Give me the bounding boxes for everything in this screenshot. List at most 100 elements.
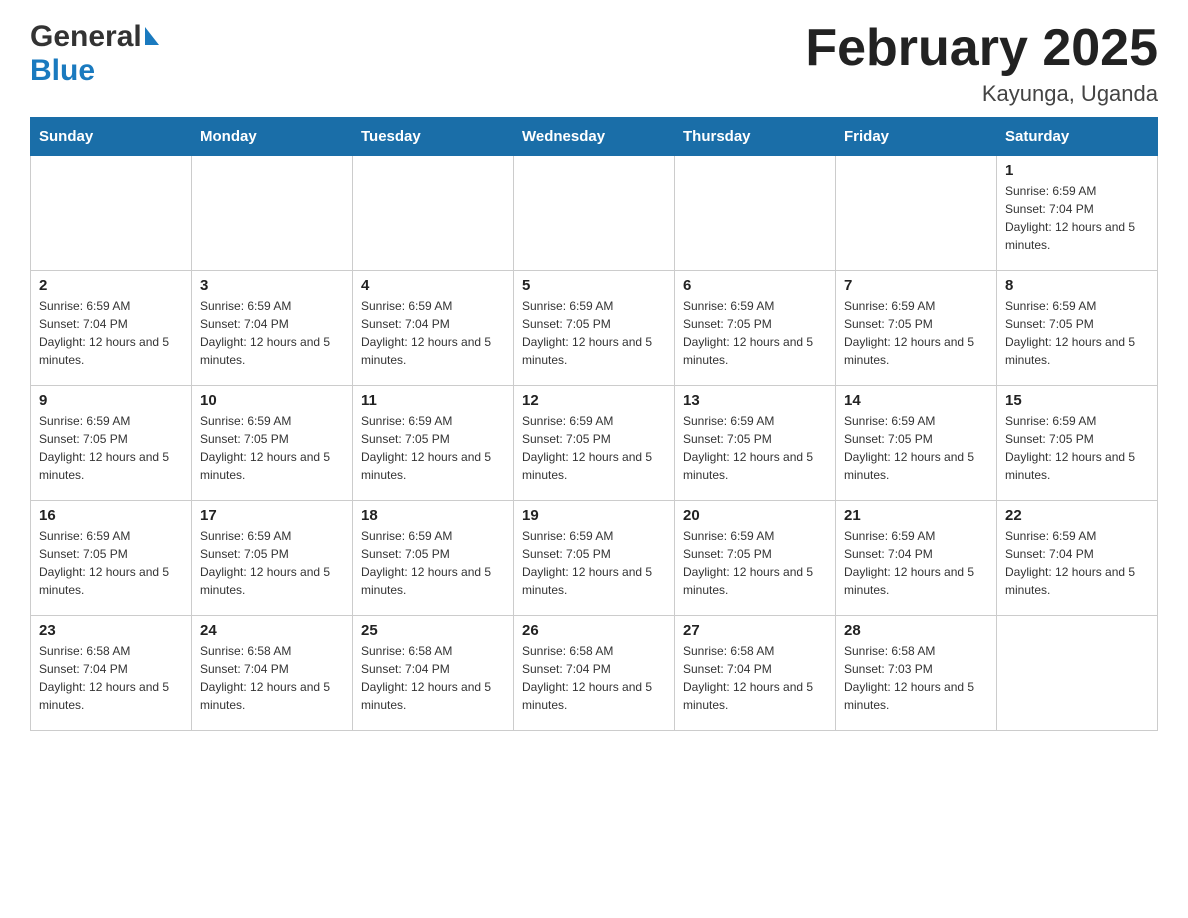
day-info: Sunrise: 6:59 AMSunset: 7:05 PMDaylight:… xyxy=(200,527,344,599)
day-number: 27 xyxy=(683,622,827,639)
day-number: 26 xyxy=(522,622,666,639)
day-number: 21 xyxy=(844,507,988,524)
day-number: 19 xyxy=(522,507,666,524)
calendar-cell: 16 Sunrise: 6:59 AMSunset: 7:05 PMDayligh… xyxy=(31,501,192,616)
day-number: 3 xyxy=(200,277,344,294)
calendar-cell: 14Sunrise: 6:59 AMSunset: 7:05 PMDayligh… xyxy=(836,386,997,501)
day-info: Sunrise: 6:59 AMSunset: 7:04 PMDaylight:… xyxy=(361,297,505,369)
day-number: 11 xyxy=(361,392,505,409)
calendar-cell: 15 Sunrise: 6:59 AMSunset: 7:05 PMDayligh… xyxy=(997,386,1158,501)
day-number: 18 xyxy=(361,507,505,524)
day-info: Sunrise: 6:59 AMSunset: 7:05 PMDaylight:… xyxy=(361,412,505,484)
day-info: Sunrise: 6:59 AMSunset: 7:05 PMDaylight:… xyxy=(683,412,827,484)
week-row-1: 1Sunrise: 6:59 AMSunset: 7:04 PMDaylight… xyxy=(31,156,1158,271)
page-header: General Blue February 2025 Kayunga, Ugan… xyxy=(30,20,1158,107)
calendar-cell: 27 Sunrise: 6:58 AMSunset: 7:04 PMDayligh… xyxy=(675,616,836,731)
day-number: 23 xyxy=(39,622,183,639)
weekday-header-friday: Friday xyxy=(836,118,997,156)
logo-general-text: General xyxy=(30,20,142,54)
title-block: February 2025 Kayunga, Uganda xyxy=(805,20,1158,107)
day-info: Sunrise: 6:58 AMSunset: 7:04 PMDaylight:… xyxy=(683,642,827,714)
day-number: 25 xyxy=(361,622,505,639)
day-number: 22 xyxy=(1005,507,1149,524)
day-info: Sunrise: 6:59 AMSunset: 7:05 PMDaylight:… xyxy=(200,412,344,484)
day-info: Sunrise: 6:59 AMSunset: 7:05 PMDaylight:… xyxy=(522,297,666,369)
day-number: 17 xyxy=(200,507,344,524)
calendar-cell: 22 Sunrise: 6:59 AMSunset: 7:04 PMDayligh… xyxy=(997,501,1158,616)
weekday-header-row: SundayMondayTuesdayWednesdayThursdayFrid… xyxy=(31,118,1158,156)
day-info: Sunrise: 6:59 AMSunset: 7:05 PMDaylight:… xyxy=(39,527,183,599)
weekday-header-thursday: Thursday xyxy=(675,118,836,156)
calendar-cell: 8 Sunrise: 6:59 AMSunset: 7:05 PMDaylight… xyxy=(997,271,1158,386)
week-row-5: 23 Sunrise: 6:58 AMSunset: 7:04 PMDayligh… xyxy=(31,616,1158,731)
calendar-cell: 24 Sunrise: 6:58 AMSunset: 7:04 PMDayligh… xyxy=(192,616,353,731)
calendar-cell xyxy=(675,156,836,271)
calendar-cell: 6Sunrise: 6:59 AMSunset: 7:05 PMDaylight… xyxy=(675,271,836,386)
calendar-cell: 2 Sunrise: 6:59 AMSunset: 7:04 PMDaylight… xyxy=(31,271,192,386)
weekday-header-sunday: Sunday xyxy=(31,118,192,156)
calendar-cell xyxy=(192,156,353,271)
calendar-cell: 21 Sunrise: 6:59 AMSunset: 7:04 PMDayligh… xyxy=(836,501,997,616)
day-info: Sunrise: 6:59 AMSunset: 7:04 PMDaylight:… xyxy=(200,297,344,369)
day-info: Sunrise: 6:59 AMSunset: 7:04 PMDaylight:… xyxy=(39,297,183,369)
day-number: 4 xyxy=(361,277,505,294)
location-text: Kayunga, Uganda xyxy=(805,81,1158,107)
day-number: 8 xyxy=(1005,277,1149,294)
day-info: Sunrise: 6:58 AMSunset: 7:04 PMDaylight:… xyxy=(522,642,666,714)
calendar-cell xyxy=(514,156,675,271)
calendar-cell xyxy=(836,156,997,271)
day-info: Sunrise: 6:59 AMSunset: 7:05 PMDaylight:… xyxy=(683,527,827,599)
day-info: Sunrise: 6:59 AMSunset: 7:05 PMDaylight:… xyxy=(844,297,988,369)
weekday-header-monday: Monday xyxy=(192,118,353,156)
day-number: 28 xyxy=(844,622,988,639)
day-number: 16 xyxy=(39,507,183,524)
day-info: Sunrise: 6:59 AMSunset: 7:04 PMDaylight:… xyxy=(844,527,988,599)
day-number: 7 xyxy=(844,277,988,294)
day-info: Sunrise: 6:59 AMSunset: 7:05 PMDaylight:… xyxy=(1005,297,1149,369)
day-info: Sunrise: 6:59 AMSunset: 7:05 PMDaylight:… xyxy=(522,527,666,599)
calendar-cell: 25 Sunrise: 6:58 AMSunset: 7:04 PMDayligh… xyxy=(353,616,514,731)
calendar-cell: 1Sunrise: 6:59 AMSunset: 7:04 PMDaylight… xyxy=(997,156,1158,271)
weekday-header-wednesday: Wednesday xyxy=(514,118,675,156)
day-info: Sunrise: 6:59 AMSunset: 7:05 PMDaylight:… xyxy=(1005,412,1149,484)
day-number: 24 xyxy=(200,622,344,639)
day-number: 14 xyxy=(844,392,988,409)
calendar-cell: 20 Sunrise: 6:59 AMSunset: 7:05 PMDayligh… xyxy=(675,501,836,616)
weekday-header-tuesday: Tuesday xyxy=(353,118,514,156)
day-number: 10 xyxy=(200,392,344,409)
day-info: Sunrise: 6:59 AMSunset: 7:04 PMDaylight:… xyxy=(1005,527,1149,599)
day-number: 2 xyxy=(39,277,183,294)
day-info: Sunrise: 6:58 AMSunset: 7:04 PMDaylight:… xyxy=(361,642,505,714)
calendar-cell xyxy=(997,616,1158,731)
calendar-cell: 4 Sunrise: 6:59 AMSunset: 7:04 PMDaylight… xyxy=(353,271,514,386)
calendar-cell: 11 Sunrise: 6:59 AMSunset: 7:05 PMDayligh… xyxy=(353,386,514,501)
calendar-cell: 17 Sunrise: 6:59 AMSunset: 7:05 PMDayligh… xyxy=(192,501,353,616)
week-row-3: 9Sunrise: 6:59 AMSunset: 7:05 PMDaylight… xyxy=(31,386,1158,501)
day-number: 6 xyxy=(683,277,827,294)
day-number: 20 xyxy=(683,507,827,524)
calendar-cell: 5 Sunrise: 6:59 AMSunset: 7:05 PMDaylight… xyxy=(514,271,675,386)
calendar-cell: 28 Sunrise: 6:58 AMSunset: 7:03 PMDayligh… xyxy=(836,616,997,731)
calendar-cell: 7 Sunrise: 6:59 AMSunset: 7:05 PMDaylight… xyxy=(836,271,997,386)
day-info: Sunrise: 6:59 AMSunset: 7:04 PMDaylight:… xyxy=(1005,182,1149,254)
calendar-cell xyxy=(31,156,192,271)
day-number: 12 xyxy=(522,392,666,409)
day-number: 15 xyxy=(1005,392,1149,409)
calendar-table: SundayMondayTuesdayWednesdayThursdayFrid… xyxy=(30,117,1158,731)
day-info: Sunrise: 6:58 AMSunset: 7:03 PMDaylight:… xyxy=(844,642,988,714)
logo-arrow-icon xyxy=(145,27,159,45)
day-info: Sunrise: 6:59 AMSunset: 7:05 PMDaylight:… xyxy=(522,412,666,484)
day-info: Sunrise: 6:58 AMSunset: 7:04 PMDaylight:… xyxy=(39,642,183,714)
logo-blue-text: Blue xyxy=(30,54,95,88)
day-info: Sunrise: 6:58 AMSunset: 7:04 PMDaylight:… xyxy=(200,642,344,714)
day-number: 5 xyxy=(522,277,666,294)
calendar-cell: 9Sunrise: 6:59 AMSunset: 7:05 PMDaylight… xyxy=(31,386,192,501)
month-title: February 2025 xyxy=(805,20,1158,77)
day-number: 13 xyxy=(683,392,827,409)
calendar-cell: 23 Sunrise: 6:58 AMSunset: 7:04 PMDayligh… xyxy=(31,616,192,731)
weekday-header-saturday: Saturday xyxy=(997,118,1158,156)
calendar-cell: 10 Sunrise: 6:59 AMSunset: 7:05 PMDayligh… xyxy=(192,386,353,501)
calendar-cell: 19 Sunrise: 6:59 AMSunset: 7:05 PMDayligh… xyxy=(514,501,675,616)
calendar-cell: 13 Sunrise: 6:59 AMSunset: 7:05 PMDayligh… xyxy=(675,386,836,501)
week-row-2: 2 Sunrise: 6:59 AMSunset: 7:04 PMDaylight… xyxy=(31,271,1158,386)
